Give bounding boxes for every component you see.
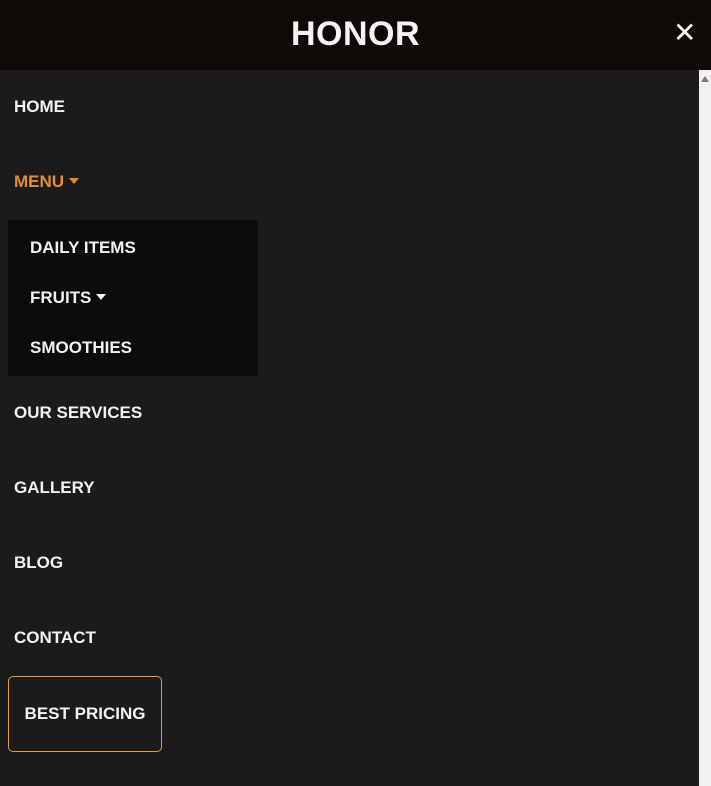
nav-item-menu[interactable]: MENU — [14, 171, 80, 193]
best-pricing-button[interactable]: BEST PRICING — [8, 676, 162, 752]
nav-item-contact[interactable]: CONTACT — [14, 627, 96, 649]
scrollbar[interactable] — [699, 70, 711, 786]
submenu-panel: DAILY ITEMS FRUITS SMOOTHIES — [8, 220, 258, 376]
mobile-menu-page: HONOR ✕ HOME MENU DAILY ITEMS FRUITS SMO… — [0, 0, 711, 786]
submenu-item-daily-items[interactable]: DAILY ITEMS — [30, 237, 136, 259]
close-icon[interactable]: ✕ — [673, 18, 696, 48]
caret-down-icon — [96, 294, 107, 300]
caret-down-icon — [69, 178, 80, 184]
header-bar: HONOR ✕ — [0, 0, 711, 70]
nav-item-home[interactable]: HOME — [14, 96, 65, 118]
nav-item-menu-label: MENU — [14, 172, 65, 191]
submenu-item-fruits[interactable]: FRUITS — [30, 287, 107, 309]
submenu-item-fruits-label: FRUITS — [30, 288, 92, 307]
nav-item-blog[interactable]: BLOG — [14, 552, 63, 574]
brand-logo[interactable]: HONOR — [0, 14, 711, 54]
nav-item-gallery[interactable]: GALLERY — [14, 477, 95, 499]
scroll-up-arrow-icon[interactable] — [701, 76, 709, 82]
nav-item-our-services[interactable]: OUR SERVICES — [14, 402, 142, 424]
submenu-item-smoothies[interactable]: SMOOTHIES — [30, 337, 132, 359]
